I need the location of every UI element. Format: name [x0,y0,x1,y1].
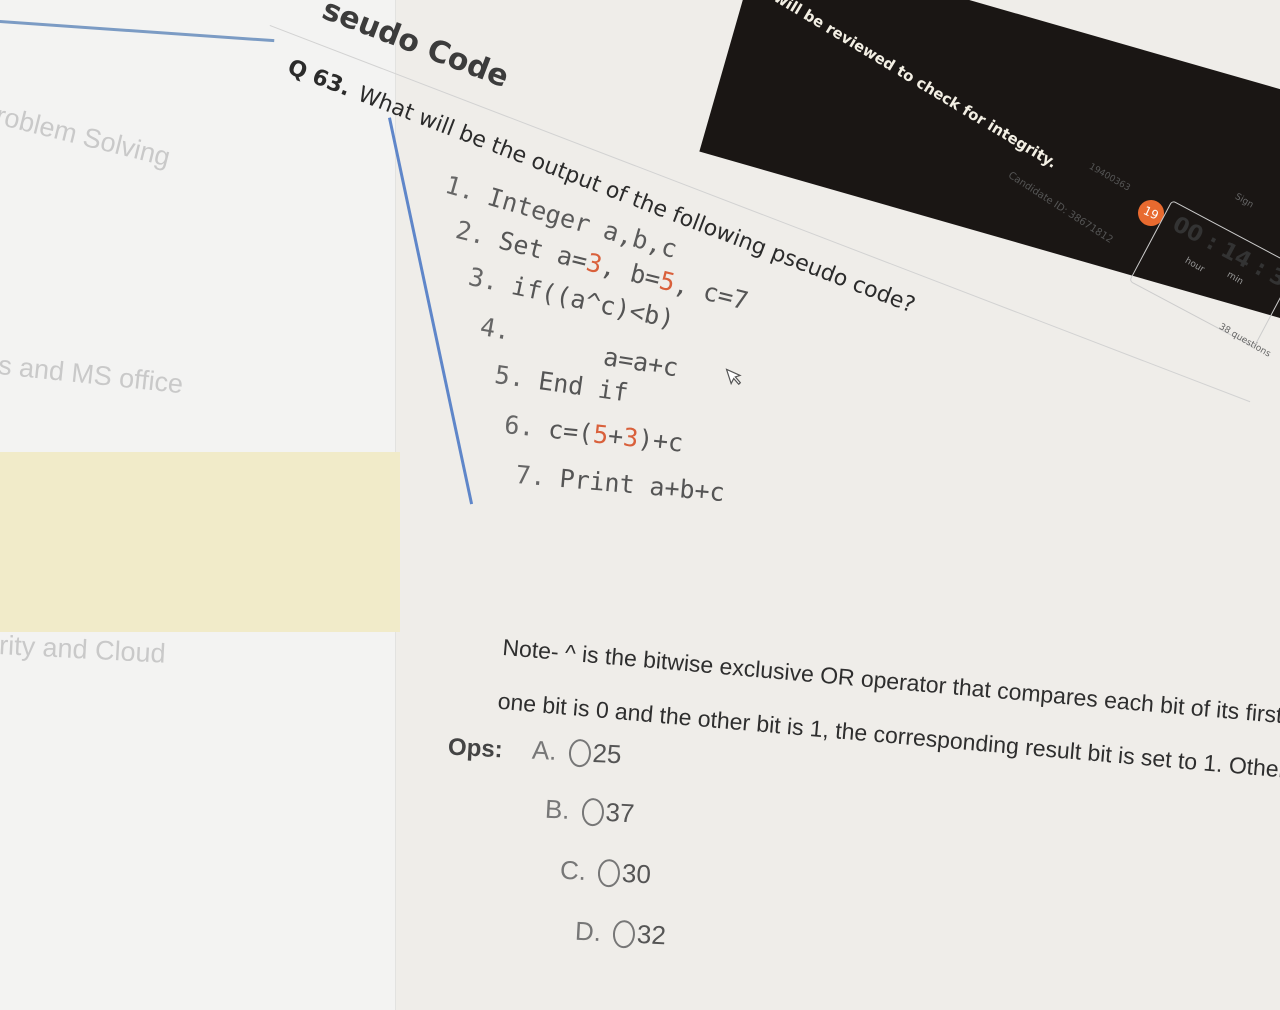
code-line-6: 6. c=(5+3)+c [503,410,685,458]
note-block: Note- ^ is the bitwise exclusive OR oper… [496,620,1280,806]
sidebar: roblem Solving s and MS office rity and … [0,0,400,1010]
radio-button-icon[interactable] [567,738,592,768]
code-text: )+c [636,424,685,458]
sidebar-item-ms-office[interactable]: s and MS office [0,350,185,400]
code-text: Print a+b+c [558,463,726,508]
line-number: 7. [514,460,547,492]
line-number: 2. [452,215,490,251]
code-text: , c=7 [671,269,752,316]
option-value: 37 [604,796,636,829]
line-number: 6. [502,410,536,442]
option-a[interactable]: A. 25 [531,735,622,771]
option-d[interactable]: D. 32 [574,916,666,952]
option-value: 32 [636,918,667,951]
radio-button-icon[interactable] [612,919,636,949]
sidebar-item-security-cloud[interactable]: rity and Cloud [0,630,166,670]
option-letter: A. [531,734,558,766]
sidebar-accent-line [0,20,275,43]
line-number: 3. [465,262,502,297]
sidebar-item-active[interactable] [0,452,400,632]
option-value: 25 [591,737,623,770]
option-letter: D. [574,915,602,947]
option-letter: B. [544,793,571,825]
option-letter: C. [559,854,587,886]
sidebar-item-problem-solving[interactable]: roblem Solving [0,100,173,173]
radio-button-icon[interactable] [580,797,605,827]
option-b[interactable]: B. 37 [544,794,635,830]
line-number: 5. [492,360,527,393]
code-line-7: 7. Print a+b+c [514,460,725,507]
line-number: 1. [442,170,479,207]
radio-button-icon[interactable] [597,858,621,888]
option-c[interactable]: C. 30 [559,855,651,891]
mouse-cursor-icon [725,368,742,386]
code-text: c=( [546,414,595,449]
options-label: Ops: [447,733,504,764]
line-number: 4. [477,312,513,346]
option-value: 30 [621,857,652,890]
code-line-4: 4. [478,312,526,348]
